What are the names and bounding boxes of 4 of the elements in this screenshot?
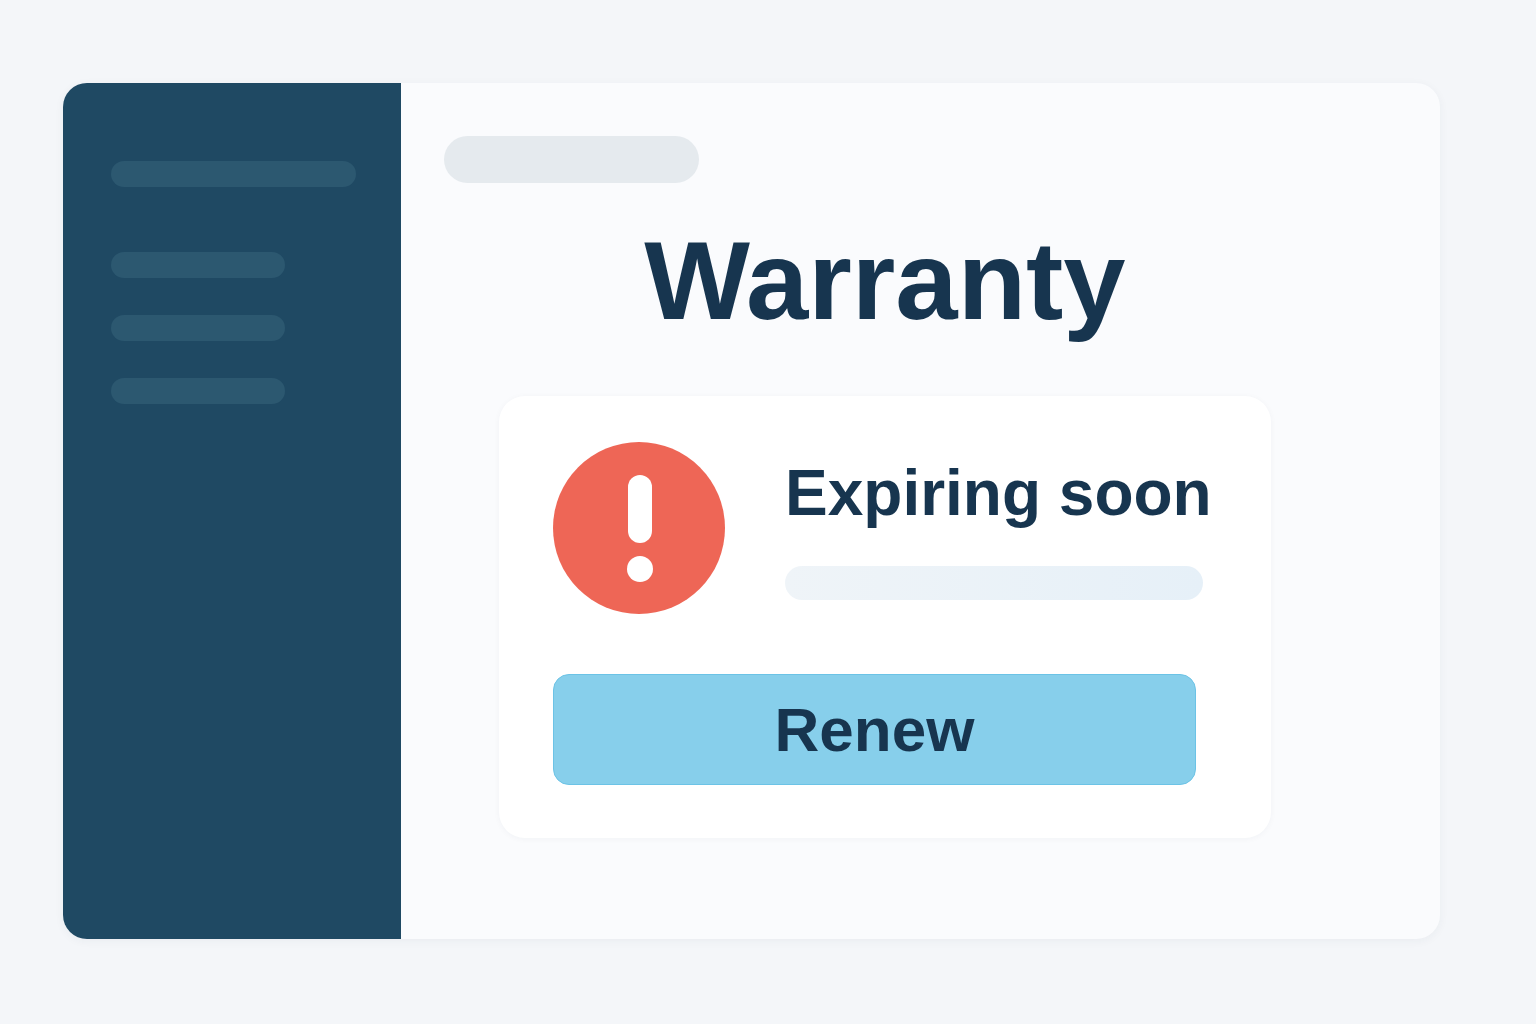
page-title: Warranty — [643, 217, 1127, 345]
status-text: Expiring soon — [785, 456, 1212, 532]
alert-icon — [553, 441, 725, 614]
renew-button[interactable]: Renew — [553, 673, 1196, 785]
